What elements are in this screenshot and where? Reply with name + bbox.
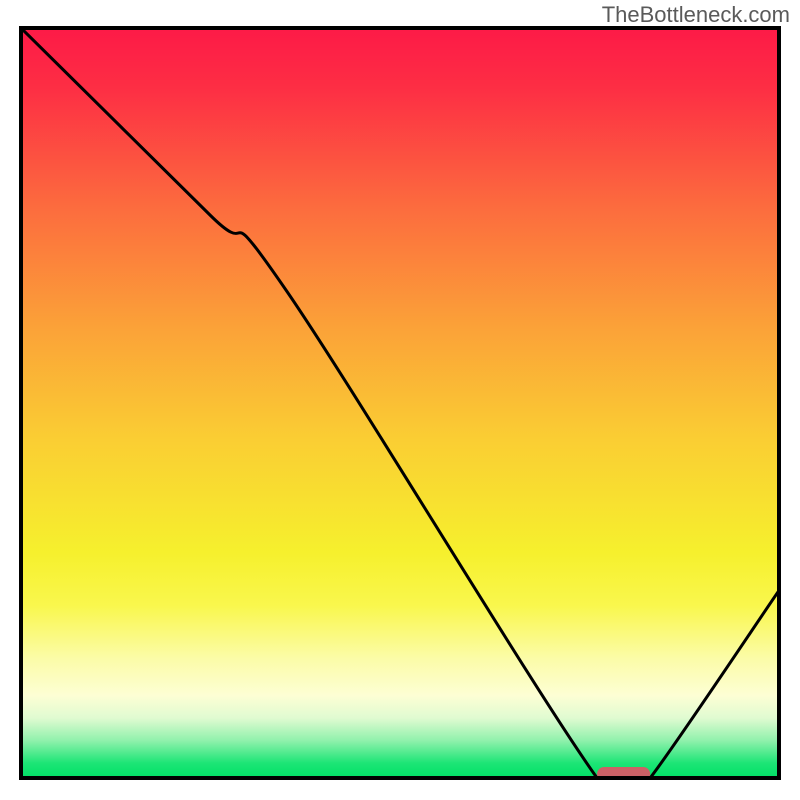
chart-svg — [0, 0, 800, 800]
watermark-text: TheBottleneck.com — [602, 2, 790, 28]
chart-container: TheBottleneck.com — [0, 0, 800, 800]
